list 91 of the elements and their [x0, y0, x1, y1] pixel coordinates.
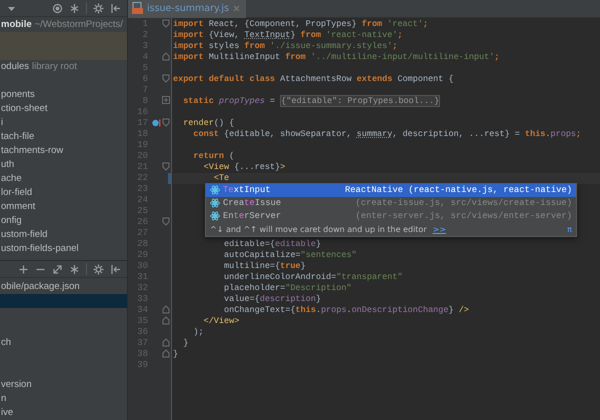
target-icon[interactable]: [52, 2, 63, 14]
add-icon[interactable]: [18, 264, 29, 274]
code-line: <Te: [212, 173, 230, 183]
tree-item-label: ache: [1, 173, 22, 184]
code-line: import {View, TextInput} from 'react-native';: [173, 30, 403, 40]
fold-icon[interactable]: [162, 305, 170, 316]
tree-item-label: onfig: [1, 215, 22, 226]
fold-icon[interactable]: [162, 217, 170, 228]
code-line: value={description}: [223, 294, 321, 304]
code-line: onChangeText={this.props.onDescriptionChange} />: [223, 305, 469, 315]
hide-panel-icon[interactable]: [110, 2, 121, 14]
tree-row[interactable]: uth: [0, 158, 127, 172]
atom-icon: [210, 210, 220, 223]
tree-row[interactable]: ponents: [0, 88, 127, 102]
tree-item-label: ch: [1, 337, 12, 348]
tree-row[interactable]: ache: [0, 172, 127, 186]
code-line: }: [182, 338, 188, 348]
code-line: multiline={true}: [223, 261, 306, 271]
fold-icon[interactable]: [162, 316, 170, 327]
js-file-icon: [132, 2, 143, 16]
tree-row[interactable]: ction-sheet: [0, 102, 127, 116]
code-line: );: [192, 327, 204, 337]
expand-icon[interactable]: [162, 96, 170, 107]
fold-icon[interactable]: [162, 74, 170, 85]
tree-item-label: ive: [1, 407, 14, 418]
hint-text: ^↓ and ^↑ will move caret down and up in the editor: [210, 224, 427, 236]
suggestion-item[interactable]: EnterServer (enter-server.js, src/views/enter-server): [206, 210, 576, 223]
tree-row[interactable]: obile/package.json: [0, 280, 127, 294]
tree-item-label: tachments-row: [1, 145, 64, 156]
tree-row[interactable]: ustom-field: [0, 228, 127, 242]
code-line: return (: [192, 151, 234, 161]
code-line: <View {...rest}>: [202, 162, 286, 172]
tree-row[interactable]: mobile ~/WebstormProjects/: [0, 18, 127, 32]
tree-row[interactable]: tachments-row: [0, 144, 127, 158]
tree-item-label: odules: [1, 61, 29, 72]
pi-link[interactable]: π: [567, 223, 572, 236]
atom-icon: [210, 197, 220, 210]
tree-item-path: library root: [32, 61, 77, 72]
tree-item-label: n: [1, 393, 6, 404]
breakpoint-icon[interactable]: [152, 118, 160, 129]
tree-item-label: ction-sheet: [1, 103, 48, 114]
tree-item-label: uth: [1, 159, 14, 170]
tree-item-label: i: [1, 117, 4, 128]
tree-item-path: ~/WebstormProjects/: [34, 19, 123, 30]
code-line: placeholder="Description": [223, 283, 352, 293]
tree-item-label: ustom-fields-panel: [1, 243, 79, 254]
tree-item-label: ustom-field: [1, 229, 48, 240]
tree-row[interactable]: tach-file: [0, 130, 127, 144]
tree-row[interactable]: ive: [0, 406, 127, 420]
tree-row[interactable]: i: [0, 116, 127, 130]
more-link[interactable]: >>: [432, 223, 446, 236]
tree-item-label: tach-file: [1, 131, 34, 142]
fold-icon[interactable]: [162, 52, 170, 63]
fold-icon[interactable]: [162, 118, 170, 129]
code-line: import styles from './issue-summary.styles';: [173, 41, 398, 51]
code-line: editable={editable}: [223, 239, 321, 249]
tree-row[interactable]: onfig: [0, 214, 127, 228]
code-line: export default class AttachmentsRow extends Component {: [173, 74, 454, 84]
code-line: render() {: [182, 118, 234, 128]
code-line: static propTypes = {"editable": PropTypes.bool...}: [182, 95, 440, 107]
arrows-icon[interactable]: [52, 264, 63, 274]
suggestion-item[interactable]: CreateIssue (create-issue.js, src/views/create-issue): [206, 197, 576, 210]
tree-row[interactable]: ch: [0, 336, 127, 350]
tree-item-label: version: [1, 379, 32, 390]
tree-item-label: lor-field: [1, 187, 32, 198]
tree-row[interactable]: omment: [0, 200, 127, 214]
tree-row[interactable]: n: [0, 392, 127, 406]
tree-item-label: ponents: [1, 89, 35, 100]
tree-item-label: obile/package.json: [1, 281, 80, 292]
fold-icon[interactable]: [162, 162, 170, 173]
fold-icon[interactable]: [162, 349, 170, 360]
tree-item-label: omment: [1, 201, 36, 212]
settings-icon[interactable]: [93, 264, 104, 274]
tree-item-label: mobile: [1, 19, 32, 30]
suggestion-item[interactable]: TextInput ReactNative (react-native.js, react-native): [206, 184, 576, 197]
tree-row[interactable]: lor-field: [0, 186, 127, 200]
fold-icon[interactable]: [162, 19, 170, 30]
tree-row[interactable]: ustom-fields-panel: [0, 242, 127, 256]
code-line: }: [173, 349, 178, 359]
tree-row[interactable]: version: [0, 378, 127, 392]
hide-panel-icon[interactable]: [110, 264, 121, 274]
code-line: import MultilineInput from '../multiline-input/multiline-input';: [173, 52, 500, 62]
code-line: </View>: [202, 316, 240, 326]
code-line: autoCapitalize="sentences": [223, 250, 357, 260]
fold-icon[interactable]: [162, 338, 170, 349]
tree-row[interactable]: odules library root: [0, 60, 127, 74]
settings-icon[interactable]: [93, 2, 104, 14]
code-line: import React, {Component, PropTypes} from 'react';: [173, 19, 428, 29]
code-line: underlineColorAndroid="transparent": [223, 272, 403, 282]
atom-icon: [210, 184, 220, 197]
code-line: const {editable, showSeparator, summary, description, ...rest} = this.props;: [192, 129, 582, 139]
